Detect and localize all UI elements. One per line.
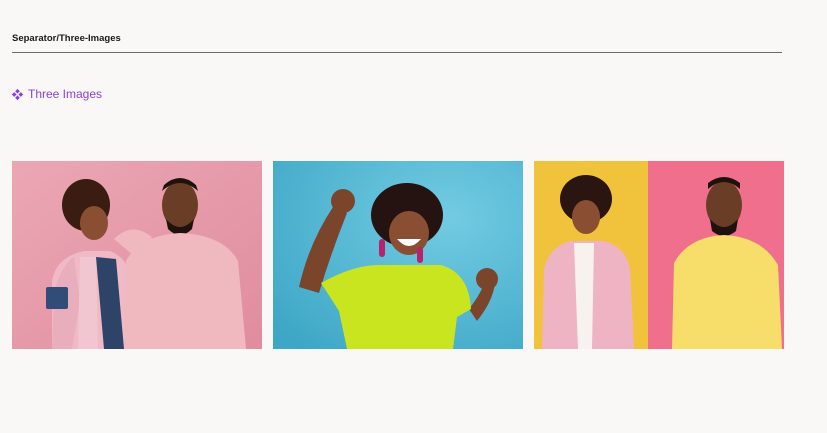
- image-gallery: [12, 161, 784, 349]
- photo-couple-pink[interactable]: [12, 161, 262, 349]
- page-title: Separator/Three-Images: [12, 33, 121, 44]
- component-label: Three Images: [28, 87, 103, 101]
- photo-duo-yellow-pink[interactable]: [534, 161, 784, 349]
- header-divider: [12, 52, 782, 53]
- photo-dancing-woman-blue[interactable]: [273, 161, 523, 349]
- component-diamond-icon: [12, 88, 23, 100]
- component-link[interactable]: Three Images: [12, 87, 102, 101]
